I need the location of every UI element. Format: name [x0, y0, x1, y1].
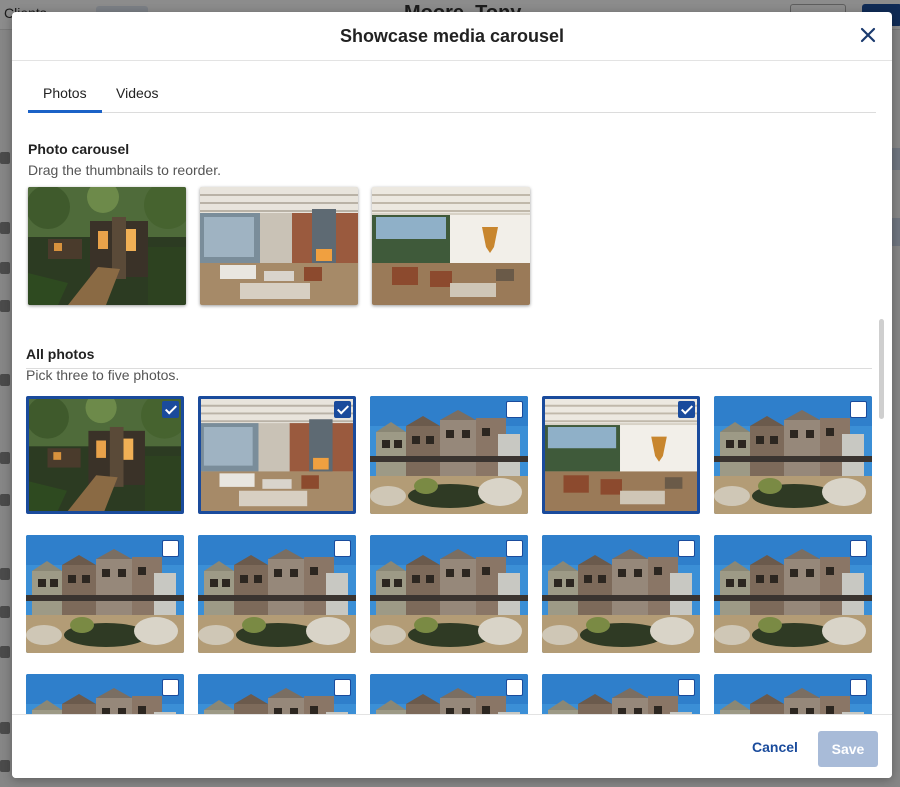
photo-image — [544, 398, 698, 512]
photo-checkbox[interactable] — [850, 401, 867, 418]
background-text-fragment — [0, 568, 10, 580]
photo-image — [370, 674, 528, 714]
carousel-thumbnail[interactable] — [372, 187, 530, 305]
photo-image — [198, 535, 356, 653]
photo-checkbox[interactable] — [162, 401, 179, 418]
cancel-button[interactable]: Cancel — [742, 731, 808, 763]
photo-checkbox[interactable] — [678, 679, 695, 696]
photo-image — [26, 674, 184, 714]
photo-tile[interactable] — [370, 396, 528, 514]
carousel-thumbnail[interactable] — [200, 187, 358, 305]
tab-photos[interactable]: Photos — [28, 83, 102, 113]
close-icon — [860, 27, 876, 43]
scrollbar[interactable] — [879, 319, 884, 419]
photo-tile[interactable] — [198, 396, 356, 514]
photo-checkbox[interactable] — [678, 540, 695, 557]
photo-tile[interactable] — [198, 535, 356, 653]
photo-tile[interactable] — [198, 674, 356, 714]
background-text-fragment — [0, 606, 10, 618]
showcase-media-modal: Showcase media carousel Photos Videos Ph… — [12, 12, 892, 778]
all-photos-hint: Pick three to five photos. — [26, 367, 180, 383]
photo-tile[interactable] — [370, 535, 528, 653]
photo-image — [26, 535, 184, 653]
save-button[interactable]: Save — [818, 731, 878, 767]
background-text-fragment — [0, 760, 10, 772]
photo-tile[interactable] — [370, 674, 528, 714]
photo-image — [542, 535, 700, 653]
background-text-fragment — [0, 300, 10, 312]
background-text-fragment — [0, 222, 10, 234]
media-tabs: Photos Videos — [28, 83, 876, 113]
photo-image — [28, 187, 186, 305]
photo-tile[interactable] — [714, 396, 872, 514]
photo-tile[interactable] — [542, 674, 700, 714]
carousel-title: Photo carousel — [28, 141, 130, 157]
background-text-fragment — [0, 452, 10, 464]
photo-tile[interactable] — [542, 396, 700, 514]
photo-tile[interactable] — [714, 674, 872, 714]
photo-image — [198, 674, 356, 714]
photo-image — [200, 398, 354, 512]
photo-image — [542, 674, 700, 714]
photo-checkbox[interactable] — [506, 540, 523, 557]
photo-tile[interactable] — [26, 535, 184, 653]
photo-image — [714, 396, 872, 514]
photo-image — [370, 396, 528, 514]
carousel-thumbnail[interactable] — [28, 187, 186, 305]
photo-checkbox[interactable] — [334, 679, 351, 696]
photo-tile[interactable] — [26, 396, 184, 514]
background-text-fragment — [0, 152, 10, 164]
modal-header: Showcase media carousel — [12, 12, 892, 61]
photo-image — [370, 535, 528, 653]
photo-tile[interactable] — [26, 674, 184, 714]
modal-body: Photos Videos Photo carousel Drag the th… — [12, 61, 892, 714]
photo-checkbox[interactable] — [506, 401, 523, 418]
modal-footer: Cancel Save — [12, 714, 892, 778]
photo-tile[interactable] — [714, 535, 872, 653]
all-photos-title: All photos — [26, 346, 95, 362]
photo-image — [714, 674, 872, 714]
photo-checkbox[interactable] — [678, 401, 695, 418]
photo-image — [200, 187, 358, 305]
close-button[interactable] — [858, 25, 878, 45]
background-text-fragment — [0, 494, 10, 506]
photo-checkbox[interactable] — [334, 401, 351, 418]
photo-checkbox[interactable] — [850, 679, 867, 696]
tab-videos[interactable]: Videos — [101, 83, 174, 113]
photo-checkbox[interactable] — [334, 540, 351, 557]
photo-checkbox[interactable] — [506, 679, 523, 696]
photo-image — [372, 187, 530, 305]
photo-checkbox[interactable] — [162, 540, 179, 557]
background-text-fragment — [0, 262, 10, 274]
photo-checkbox[interactable] — [162, 679, 179, 696]
background-text-fragment — [0, 646, 10, 658]
carousel-hint: Drag the thumbnails to reorder. — [28, 162, 221, 178]
photo-image — [28, 398, 182, 512]
modal-title: Showcase media carousel — [339, 26, 565, 46]
photo-image — [714, 535, 872, 653]
photo-tile[interactable] — [542, 535, 700, 653]
photo-checkbox[interactable] — [850, 540, 867, 557]
background-text-fragment — [0, 374, 10, 386]
background-text-fragment — [0, 722, 10, 734]
